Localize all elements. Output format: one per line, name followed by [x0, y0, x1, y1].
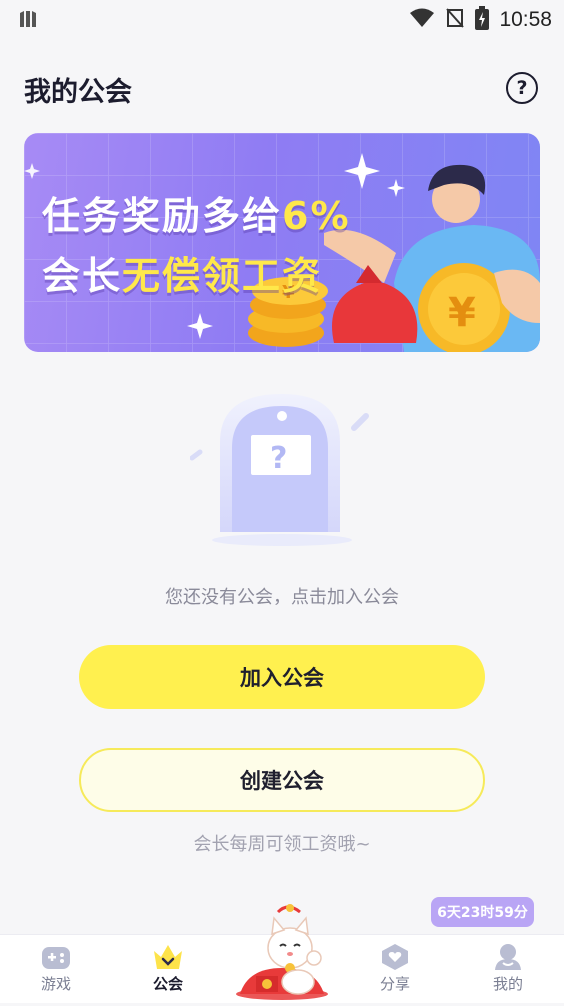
empty-guild-illustration: ? [189, 392, 380, 552]
banner-headline-2-highlight: 无偿领工资 [122, 254, 323, 298]
salary-tip: 会长每周可领工资哦~ [193, 834, 371, 855]
promo-banner[interactable]: ¥ ¥ 任务奖励多给6% 会长无偿领工资 [24, 133, 540, 352]
share-heart-icon [382, 944, 408, 970]
banner-headline-1-text: 任务奖励多给 [42, 194, 283, 238]
empty-state-message: 您还没有公会，点击加入公会 [165, 587, 399, 608]
sim-card-icon [18, 10, 38, 32]
banner-headline-1-highlight: 6% [282, 194, 351, 238]
tab-guild-label: 公会 [152, 975, 183, 993]
gamepad-icon [42, 947, 70, 969]
banner-illustration: ¥ ¥ [24, 153, 540, 352]
create-guild-button[interactable]: 创建公会 [79, 748, 485, 812]
page-header: 我的公会 ? [0, 60, 564, 116]
tab-me-label: 我的 [492, 975, 523, 993]
tab-guild[interactable]: 公会 [128, 943, 208, 994]
svg-text:?: ? [270, 441, 287, 476]
wifi-icon [409, 8, 435, 32]
help-icon[interactable]: ? [506, 72, 538, 104]
tab-games[interactable]: 游戏 [16, 943, 96, 994]
join-guild-button[interactable]: 加入公会 [79, 645, 485, 709]
clock: 10:58 [499, 8, 552, 31]
tab-share[interactable]: 分享 [355, 943, 435, 994]
person-icon [495, 944, 521, 970]
crown-icon [154, 945, 182, 969]
banner-headline-1: 任务奖励多给6% [42, 185, 351, 240]
banner-headline-2: 会长无偿领工资 [42, 245, 322, 300]
tab-me[interactable]: 我的 [468, 943, 548, 994]
tab-games-label: 游戏 [40, 975, 71, 993]
battery-icon [475, 6, 490, 34]
no-signal-icon [445, 7, 465, 33]
svg-text:¥: ¥ [448, 290, 476, 336]
banner-headline-2-text: 会长 [42, 254, 123, 298]
lucky-cat-icon[interactable] [228, 898, 336, 1002]
countdown-badge: 6天23时59分 [431, 897, 534, 927]
status-bar: 10:58 [0, 0, 564, 38]
tab-share-label: 分享 [379, 975, 410, 993]
page-title: 我的公会 [24, 77, 132, 108]
